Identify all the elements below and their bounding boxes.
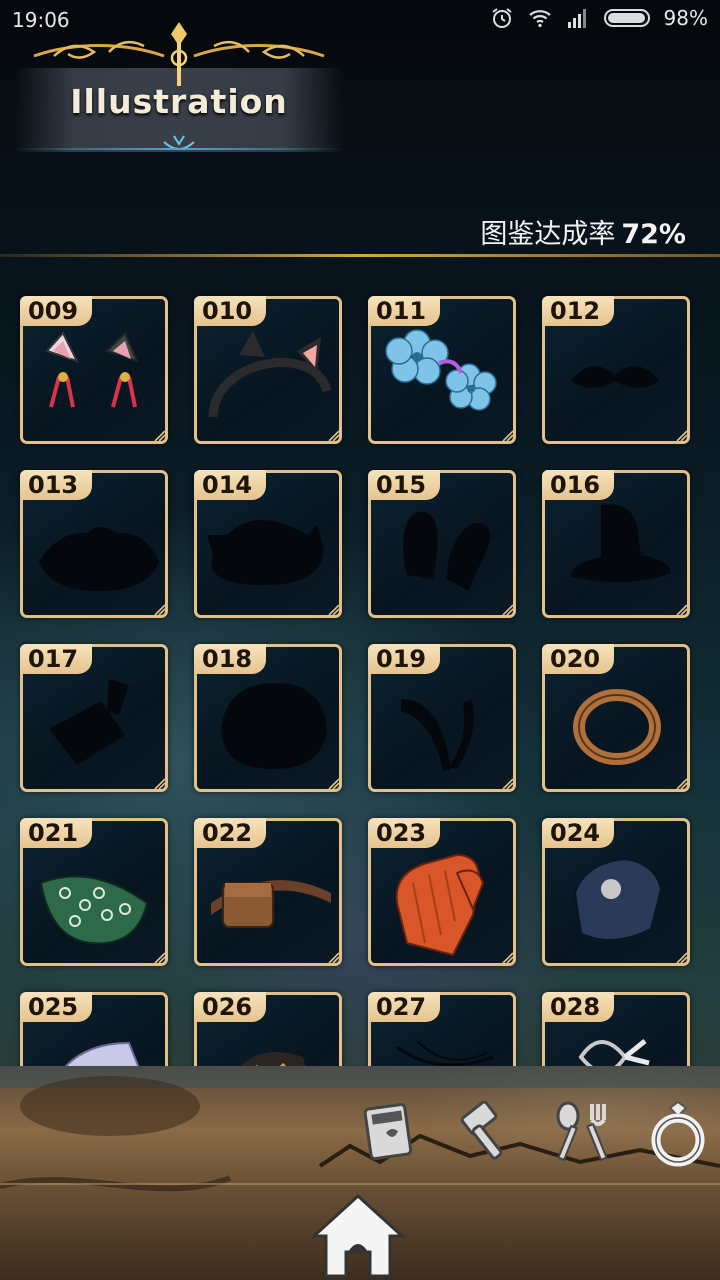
blue-gauntlet-icon [573,857,663,942]
signal-icon [567,9,586,28]
item-number: 027 [368,992,441,1022]
item-card[interactable]: 020 [542,644,690,792]
hat-silhouette-icon [39,527,159,591]
corner-ornament-icon [676,604,688,616]
item-card[interactable]: 017 [20,644,168,792]
corner-ornament-icon [328,430,340,442]
corner-ornament-icon [154,430,166,442]
corner-ornament-icon [328,778,340,790]
item-card[interactable]: 009 [20,296,168,444]
corner-ornament-icon [502,430,514,442]
necklace-silhouette-icon [396,1040,494,1066]
book-icon[interactable] [356,1096,428,1168]
item-number: 021 [20,818,93,848]
orange-oven-mitt-icon [395,853,485,957]
item-number: 022 [194,818,267,848]
corner-ornament-icon [154,604,166,616]
leather-belt-pouch-icon [211,880,331,928]
cat-ears-clips-icon [45,331,139,408]
item-card[interactable]: 024 [542,818,690,966]
corner-ornament-icon [502,952,514,964]
corner-ornament-icon [154,952,166,964]
corner-ornament-icon [154,778,166,790]
item-number: 011 [368,296,441,326]
item-number: 012 [542,296,615,326]
corner-ornament-icon [676,430,688,442]
title-banner: Illustration [14,12,344,158]
item-card[interactable]: 013 [20,470,168,618]
item-card[interactable]: 011 [368,296,516,444]
completion-rate: 图鉴达成率 72% [480,212,686,251]
item-number: 009 [20,296,93,326]
item-number: 010 [194,296,267,326]
cat-ear-headband-icon [208,331,332,418]
item-number: 028 [542,992,615,1022]
home-icon[interactable] [310,1192,406,1278]
corner-ornament-icon [328,604,340,616]
completion-value: 72% [621,219,686,250]
gold-divider [0,254,720,257]
corner-ornament-icon [676,778,688,790]
item-number: 020 [542,644,615,674]
item-card[interactable]: 023 [368,818,516,966]
item-number: 017 [20,644,93,674]
witch-hat-silhouette-icon [571,504,671,583]
silver-charm-icon [578,1039,650,1066]
item-card[interactable]: 026 [194,992,342,1066]
white-armor-icon [64,1041,140,1066]
item-number: 014 [194,470,267,500]
alarm-icon [491,8,512,28]
dark-glove-icon [240,1052,306,1066]
fork-spoon-icon[interactable] [546,1096,618,1168]
item-number: 026 [194,992,267,1022]
wifi-icon [528,10,551,28]
bottom-nav-bar [0,1066,720,1280]
item-card[interactable]: 019 [368,644,516,792]
page-title: Illustration [70,82,288,121]
cleaver-silhouette-icon [49,679,129,765]
item-card[interactable]: 028 [542,992,690,1066]
item-number: 015 [368,470,441,500]
green-bandana-icon [39,875,149,945]
ring-icon[interactable] [642,1098,714,1170]
item-card[interactable]: 027 [368,992,516,1066]
hammer-icon[interactable] [452,1096,524,1168]
item-number: 018 [194,644,267,674]
item-card[interactable]: 012 [542,296,690,444]
item-card[interactable]: 015 [368,470,516,618]
hood-silhouette-icon [221,683,327,769]
corner-ornament-icon [328,952,340,964]
horns-silhouette-icon [401,699,474,771]
item-card[interactable]: 018 [194,644,342,792]
bow-cap-silhouette-icon [207,520,324,585]
corner-ornament-icon [502,778,514,790]
item-number: 016 [542,470,615,500]
item-card[interactable]: 022 [194,818,342,966]
item-card[interactable]: 021 [20,818,168,966]
status-icons: 98% [490,6,708,30]
item-number: 019 [368,644,441,674]
item-number: 024 [542,818,615,848]
blue-flower-clips-icon [385,329,497,411]
item-card[interactable]: 014 [194,470,342,618]
corner-ornament-icon [502,604,514,616]
battery-percent: 98% [663,6,708,30]
item-card[interactable]: 025 [20,992,168,1066]
battery-icon [603,9,650,27]
copper-ring-icon [573,689,661,765]
item-number: 013 [20,470,93,500]
corner-ornament-icon [676,952,688,964]
title-underline [14,148,344,150]
completion-label: 图鉴达成率 [480,219,616,250]
item-card[interactable]: 016 [542,470,690,618]
item-number: 023 [368,818,441,848]
item-card[interactable]: 010 [194,296,342,444]
mustache-silhouette-icon [571,366,659,388]
illustration-grid[interactable]: 009 010 011 012 013 014 015 016 017 018 019 020 021 0… [0,262,720,1066]
bunny-ears-silhouette-icon [403,511,491,591]
item-number: 025 [20,992,93,1022]
